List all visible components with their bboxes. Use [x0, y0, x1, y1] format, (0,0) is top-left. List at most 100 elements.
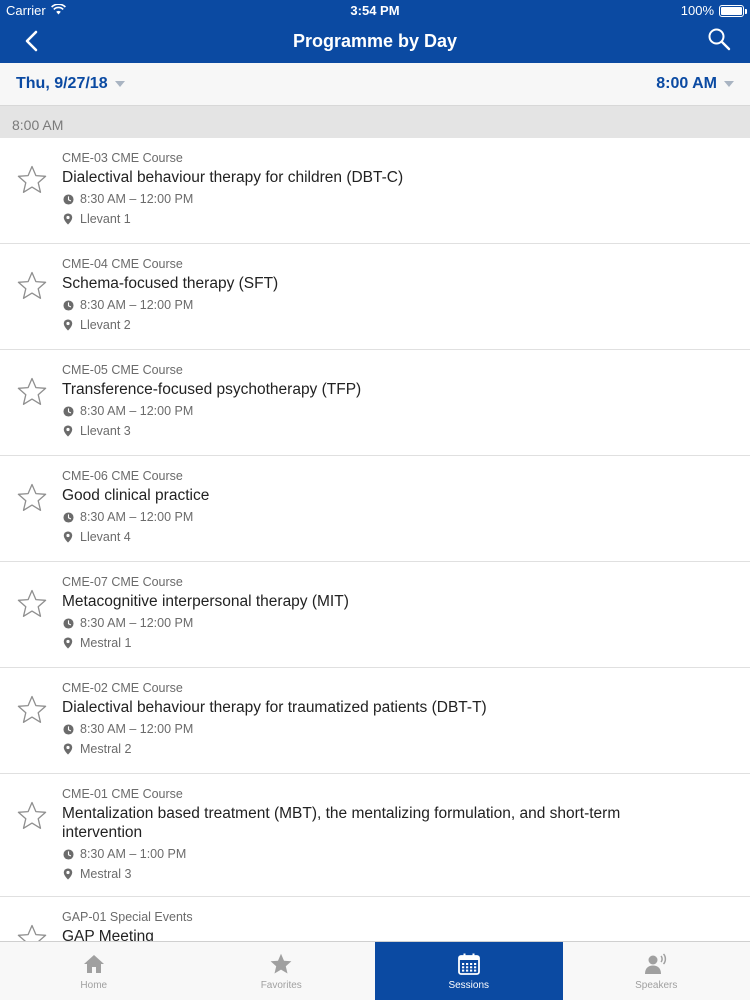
page-title: Programme by Day: [292, 31, 458, 51]
star-outline-icon: [16, 270, 48, 307]
session-time: 8:30 AM – 12:00 PM: [80, 404, 194, 418]
session-title: Mentalization based treatment (MBT), the…: [62, 805, 621, 841]
tab-bar: Home Favorites Sessions Speakers: [0, 941, 750, 1000]
session-location-line: Llevant 2: [62, 315, 736, 335]
favorite-star-button[interactable]: [14, 800, 50, 836]
session-time: 8:30 AM – 12:00 PM: [80, 510, 194, 524]
clock-icon: [62, 299, 74, 311]
session-row[interactable]: CME-01 CME Course Mentalization based tre…: [0, 774, 750, 897]
session-title: Good clinical practice: [62, 487, 210, 504]
session-time-line: 8:30 AM – 12:00 PM: [62, 189, 736, 209]
location-pin-icon: [62, 743, 74, 755]
session-row[interactable]: CME-02 CME Course Dialectival behaviour t…: [0, 668, 750, 774]
location-pin-icon: [62, 868, 74, 880]
session-location: Mestral 2: [80, 742, 132, 756]
tab-label: Home: [80, 980, 108, 991]
caret-down-icon: [724, 81, 734, 87]
session-location: Llevant 1: [80, 212, 131, 226]
home-icon: [81, 951, 107, 977]
star-icon: [268, 951, 294, 977]
tab-favorites[interactable]: Favorites: [188, 942, 376, 1000]
location-pin-icon: [62, 319, 74, 331]
favorite-star-button[interactable]: [14, 270, 50, 306]
session-row[interactable]: CME-05 CME Course Transference-focused ps…: [0, 350, 750, 456]
tab-label: Sessions: [448, 980, 490, 991]
session-title: Transference-focused psychotherapy (TFP): [62, 381, 362, 398]
status-right: 100%: [680, 3, 747, 18]
session-location-line: Mestral 1: [62, 633, 736, 653]
session-location: Mestral 1: [80, 636, 132, 650]
search-button[interactable]: [704, 26, 734, 56]
session-code: GAP-01 Special Events: [62, 910, 193, 924]
session-code: CME-05 CME Course: [62, 363, 183, 377]
session-row[interactable]: CME-04 CME Course Schema-focused therapy …: [0, 244, 750, 350]
session-row[interactable]: CME-07 CME Course Metacognitive interpers…: [0, 562, 750, 668]
session-row[interactable]: CME-03 CME Course Dialectival behaviour t…: [0, 138, 750, 244]
session-row[interactable]: CME-06 CME Course Good clinical practice 8…: [0, 456, 750, 562]
clock-icon: [62, 848, 74, 860]
tab-label: Favorites: [260, 980, 302, 991]
location-pin-icon: [62, 213, 74, 225]
favorite-star-button[interactable]: [14, 482, 50, 518]
session-code: CME-07 CME Course: [62, 575, 183, 589]
session-row[interactable]: GAP-01 Special Events GAP Meeting: [0, 897, 750, 941]
session-location: Llevant 3: [80, 424, 131, 438]
session-title: GAP Meeting: [62, 928, 154, 941]
star-outline-icon: [16, 694, 48, 731]
session-location-line: Llevant 1: [62, 209, 736, 229]
session-code: CME-06 CME Course: [62, 469, 183, 483]
session-location-line: Llevant 4: [62, 527, 736, 547]
session-location: Llevant 4: [80, 530, 131, 544]
status-time: 3:54 PM: [350, 3, 400, 18]
favorite-star-button[interactable]: [14, 923, 50, 941]
date-selector[interactable]: Thu, 9/27/18: [16, 75, 125, 93]
tab-label: Speakers: [635, 980, 678, 991]
session-title: Metacognitive interpersonal therapy (MIT…: [62, 593, 349, 610]
session-time-line: 8:30 AM – 12:00 PM: [62, 295, 736, 315]
session-list[interactable]: CME-03 CME Course Dialectival behaviour t…: [0, 138, 750, 941]
caret-down-icon: [114, 81, 125, 87]
tab-home[interactable]: Home: [0, 942, 188, 1000]
date-value: Thu, 9/27/18: [16, 75, 108, 92]
favorite-star-button[interactable]: [14, 164, 50, 200]
session-location-line: Mestral 3: [62, 864, 736, 884]
clock-icon: [62, 511, 74, 523]
favorite-star-button[interactable]: [14, 376, 50, 412]
filter-bar: Thu, 9/27/18 8:00 AM: [0, 63, 750, 106]
session-time: 8:30 AM – 12:00 PM: [80, 192, 194, 206]
clock-icon: [62, 193, 74, 205]
time-value: 8:00 AM: [656, 75, 717, 92]
clock-icon: [62, 723, 74, 735]
search-icon: [707, 27, 731, 56]
star-outline-icon: [16, 164, 48, 201]
battery-icon: [719, 4, 747, 17]
session-time-line: 8:30 AM – 1:00 PM: [62, 844, 736, 864]
speaker-icon: [643, 951, 669, 977]
tab-speakers[interactable]: Speakers: [563, 942, 750, 1000]
session-time-line: 8:30 AM – 12:00 PM: [62, 507, 736, 527]
clock-icon: [62, 617, 74, 629]
favorite-star-button[interactable]: [14, 694, 50, 730]
session-time-line: 8:30 AM – 12:00 PM: [62, 719, 736, 739]
nav-bar: Programme by Day: [0, 22, 750, 63]
favorite-star-button[interactable]: [14, 588, 50, 624]
session-title: Dialectival behaviour therapy for childr…: [62, 169, 404, 186]
session-time-line: 8:30 AM – 12:00 PM: [62, 613, 736, 633]
session-location-line: Mestral 2: [62, 739, 736, 759]
calendar-icon: [456, 951, 482, 977]
star-outline-icon: [16, 482, 48, 519]
star-outline-icon: [16, 800, 48, 837]
session-location: Llevant 2: [80, 318, 131, 332]
section-header-time: 8:00 AM: [0, 106, 750, 138]
time-selector[interactable]: 8:00 AM: [656, 75, 734, 93]
session-code: CME-02 CME Course: [62, 681, 183, 695]
location-pin-icon: [62, 637, 74, 649]
battery-percent: 100%: [680, 3, 714, 18]
location-pin-icon: [62, 531, 74, 543]
star-outline-icon: [16, 923, 48, 941]
session-code: CME-01 CME Course: [62, 787, 183, 801]
session-time: 8:30 AM – 12:00 PM: [80, 722, 194, 736]
status-bar: Carrier 3:54 PM 100%: [0, 0, 750, 22]
session-code: CME-03 CME Course: [62, 151, 183, 165]
tab-sessions[interactable]: Sessions: [375, 942, 563, 1000]
